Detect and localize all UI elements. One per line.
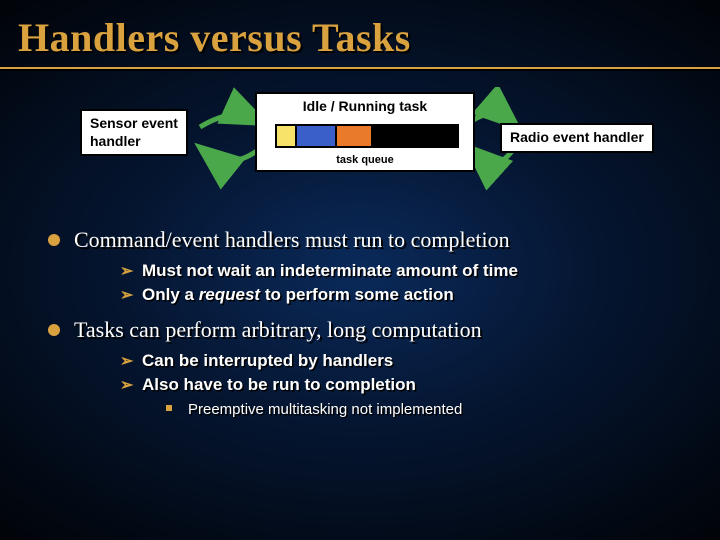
- bullet-text: Also have to be run to completion: [142, 375, 416, 394]
- queue-cell: [297, 126, 337, 146]
- queue-cell: [373, 126, 457, 146]
- chevron-icon: ➢: [120, 261, 142, 281]
- square-bullet-icon: [166, 405, 172, 411]
- content-area: Command/event handlers must run to compl…: [0, 227, 720, 419]
- bullet-dot-icon: [48, 234, 60, 246]
- bullet-text: Must not wait an indeterminate amount of…: [142, 261, 518, 280]
- radio-handler-box: Radio event handler: [500, 123, 654, 153]
- task-queue-label: task queue: [257, 154, 473, 166]
- bullet-level1: Tasks can perform arbitrary, long comput…: [48, 317, 694, 419]
- task-queue-cells: [275, 124, 459, 148]
- bullet-level2: ➢Also have to be run to completion Preem…: [120, 375, 694, 419]
- task-queue-box: Idle / Running task task queue: [255, 92, 475, 172]
- bullet-text: Can be interrupted by handlers: [142, 351, 393, 370]
- radio-handler-label: Radio event handler: [510, 129, 644, 145]
- bullet-level1: Command/event handlers must run to compl…: [48, 227, 694, 305]
- slide-title: Handlers versus Tasks: [0, 0, 720, 61]
- bullet-text: Command/event handlers must run to compl…: [74, 227, 510, 252]
- bullet-dot-icon: [48, 324, 60, 336]
- bullet-text: Tasks can perform arbitrary, long comput…: [74, 317, 482, 342]
- bullet-text: Only a request to perform some action: [142, 285, 454, 304]
- bullet-level3: Preemptive multitasking not implemented: [166, 401, 694, 419]
- bullet-level2: ➢Only a request to perform some action: [120, 285, 694, 305]
- queue-cell: [337, 126, 373, 146]
- queue-cell: [277, 126, 297, 146]
- bullet-level2: ➢Can be interrupted by handlers: [120, 351, 694, 371]
- title-underline: [0, 67, 720, 69]
- idle-running-label: Idle / Running task: [257, 98, 473, 114]
- bullet-level2: ➢Must not wait an indeterminate amount o…: [120, 261, 694, 281]
- diagram-area: Sensor event handler Idle / Running task…: [0, 87, 720, 217]
- sensor-handler-box: Sensor event handler: [80, 109, 188, 156]
- chevron-icon: ➢: [120, 351, 142, 371]
- chevron-icon: ➢: [120, 285, 142, 305]
- chevron-icon: ➢: [120, 375, 142, 395]
- bullet-text: Preemptive multitasking not implemented: [188, 401, 462, 418]
- sensor-handler-label: Sensor event handler: [90, 115, 178, 149]
